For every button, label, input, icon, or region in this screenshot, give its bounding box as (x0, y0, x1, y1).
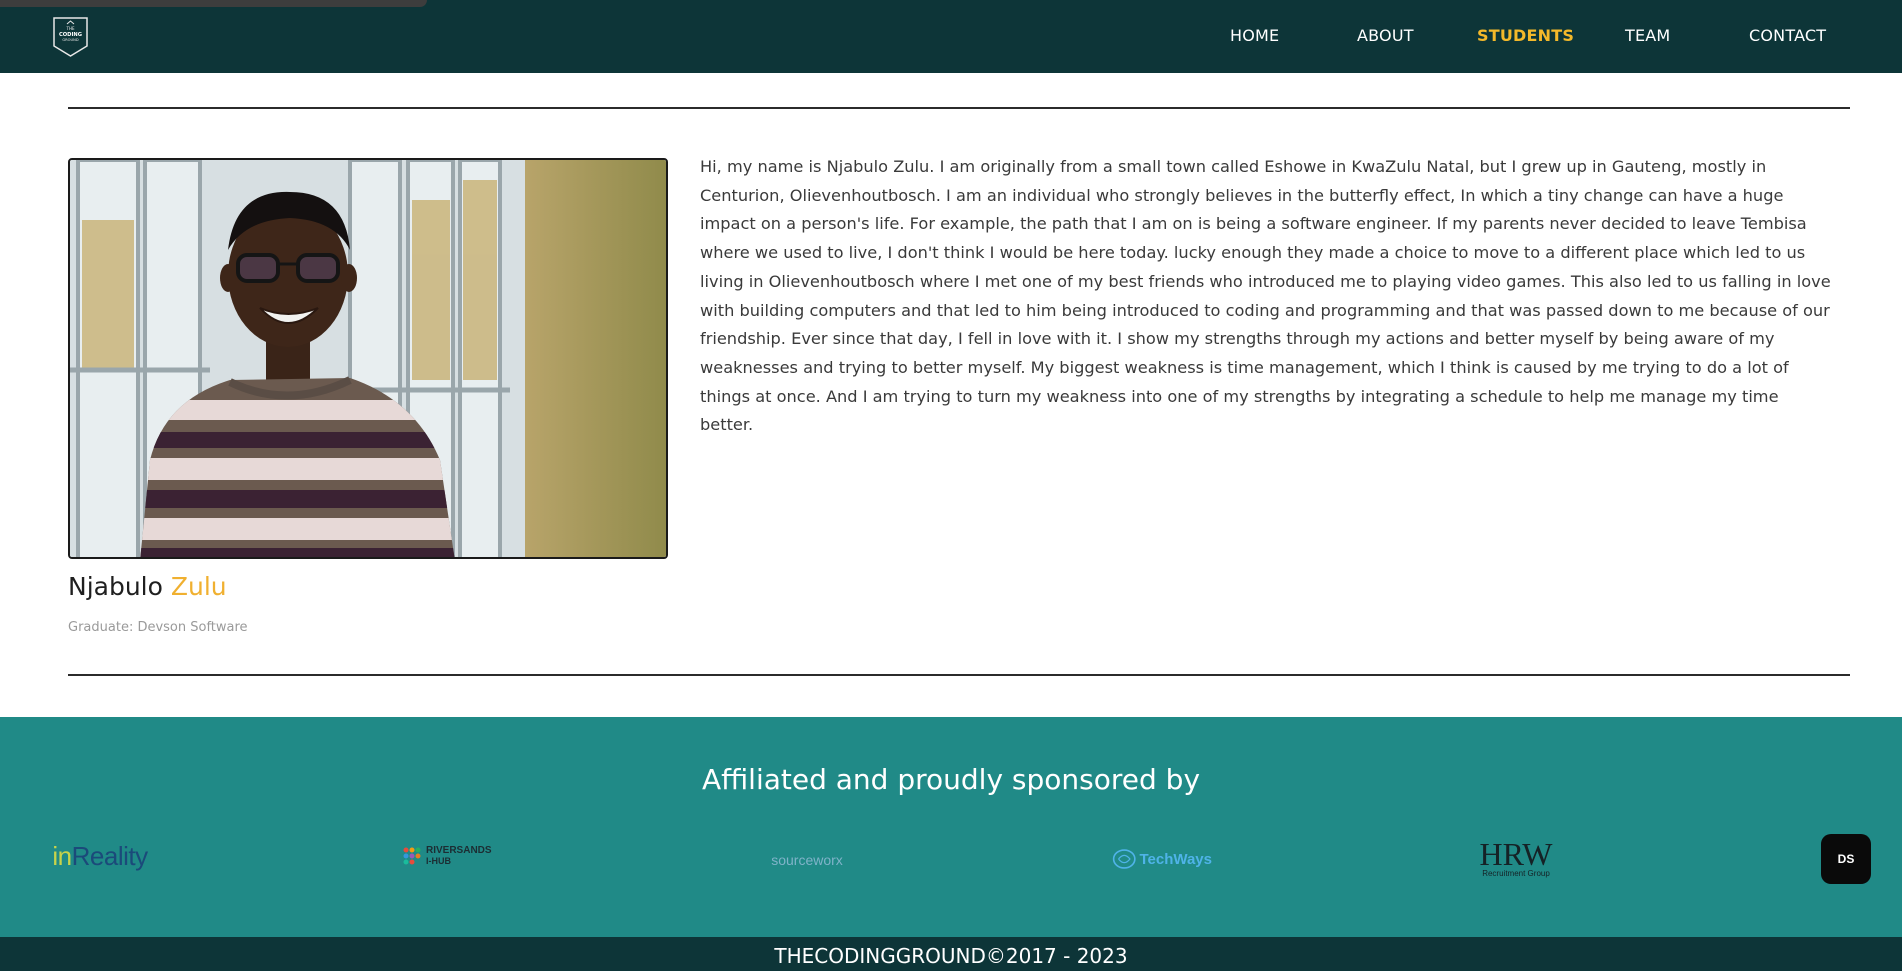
inreality-reality: Reality (71, 840, 148, 871)
sponsor-hrw-logo[interactable]: HRW Recruitment Group (1470, 835, 1562, 881)
sponsors-title: Affiliated and proudly sponsored by (701, 763, 1201, 796)
svg-text:THE: THE (66, 26, 75, 31)
student-last-name: Zulu (170, 572, 227, 601)
student-bio: Hi, my name is Njabulo Zulu. I am origin… (700, 157, 1831, 435)
techways-brain-icon (1112, 849, 1136, 869)
riversands-line2: I-HUB (426, 856, 451, 866)
student-name: Njabulo Zulu (68, 572, 227, 601)
nav-students[interactable]: STUDENTS (1477, 26, 1574, 45)
sponsor-inreality-logo[interactable]: inReality (45, 841, 155, 871)
nav-about[interactable]: ABOUT (1357, 26, 1414, 45)
sponsor-devson-logo[interactable]: DS (1821, 834, 1871, 884)
svg-text:GROUND: GROUND (62, 38, 78, 42)
student-first-name: Njabulo (68, 572, 163, 601)
riversands-dots-icon (403, 847, 421, 865)
riversands-line1: RIVERSANDS (426, 845, 492, 856)
sponsor-sourceworx-logo[interactable]: sourceworx (762, 849, 852, 871)
site-logo[interactable]: THE CODING GROUND (52, 16, 89, 58)
hrw-main: HRW (1479, 835, 1553, 872)
inreality-in: in (52, 840, 72, 871)
sourceworx-text: sourceworx (771, 852, 843, 868)
sponsor-techways-logo[interactable]: TechWays (1112, 845, 1212, 873)
bottom-divider (68, 674, 1850, 676)
nav-home[interactable]: HOME (1230, 26, 1279, 45)
sponsors-section: Affiliated and proudly sponsored by inRe… (0, 717, 1902, 937)
student-photo (68, 158, 668, 559)
student-role: Graduate: Devson Software (68, 620, 248, 635)
navbar: THE CODING GROUND HOME ABOUT STUDENTS TE… (0, 0, 1902, 73)
techways-text: TechWays (1139, 850, 1212, 868)
devson-text: DS (1837, 852, 1855, 866)
browser-scroll-strip (0, 0, 427, 7)
top-divider (68, 107, 1850, 109)
hrw-sub: Recruitment Group (1482, 868, 1550, 878)
nav-contact[interactable]: CONTACT (1749, 26, 1826, 45)
sponsor-riversands-logo[interactable]: RIVERSANDS I-HUB (402, 843, 512, 869)
footer-copyright: THECODINGGROUND©2017 - 2023 (774, 944, 1128, 968)
footer: THECODINGGROUND©2017 - 2023 (0, 937, 1902, 971)
nav-team[interactable]: TEAM (1625, 26, 1670, 45)
